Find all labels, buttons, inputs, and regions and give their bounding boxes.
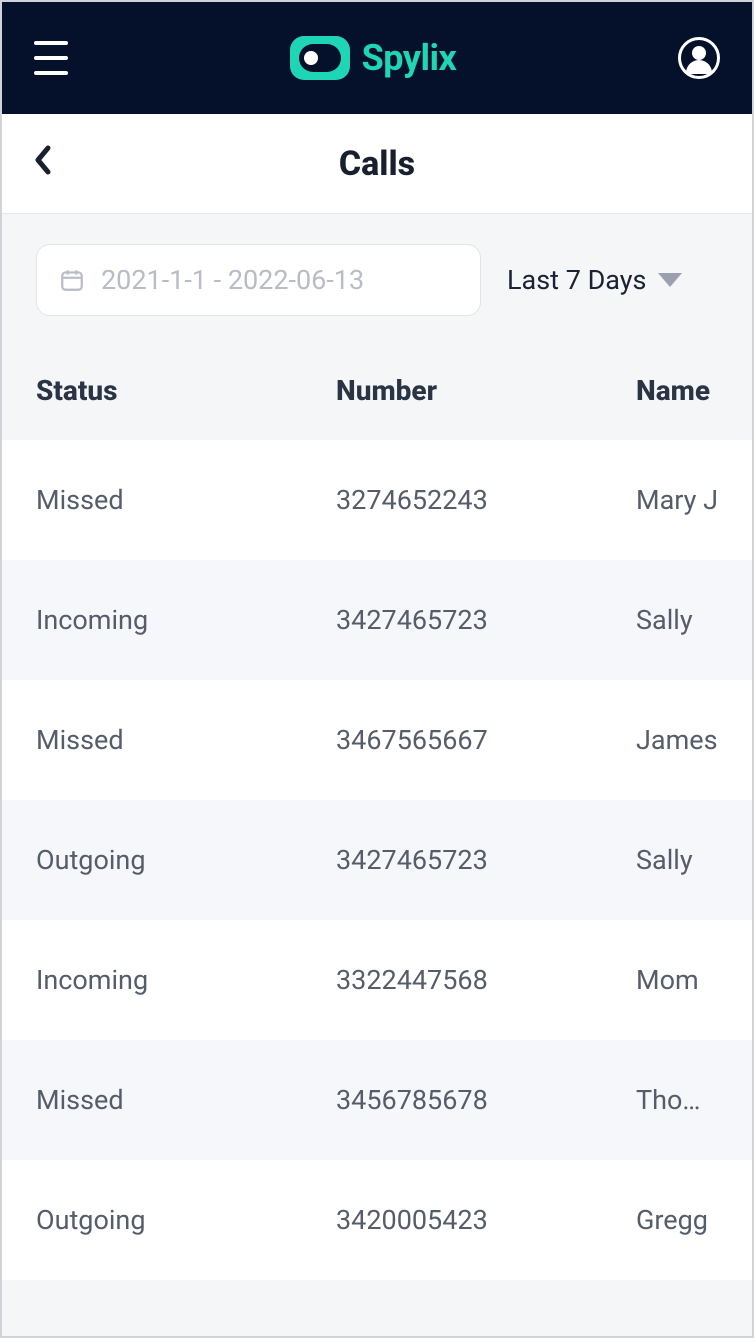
cell-number: 3456785678 <box>336 1084 636 1116</box>
calendar-icon <box>59 267 85 293</box>
back-button[interactable] <box>32 144 52 183</box>
cell-name: Mary J <box>636 484 718 516</box>
time-range-dropdown[interactable]: Last 7 Days <box>507 264 682 296</box>
cell-status: Missed <box>36 484 336 516</box>
cell-status: Incoming <box>36 964 336 996</box>
cell-status: Outgoing <box>36 1204 336 1236</box>
table-body: Missed3274652243Mary JIncoming3427465723… <box>2 440 752 1280</box>
cell-number: 3420005423 <box>336 1204 636 1236</box>
table-row[interactable]: Missed3467565667James <box>2 680 752 800</box>
table-row[interactable]: Missed3274652243Mary J <box>2 440 752 560</box>
cell-number: 3322447568 <box>336 964 636 996</box>
table-row[interactable]: Outgoing3427465723Sally <box>2 800 752 920</box>
menu-icon[interactable] <box>34 41 68 75</box>
chevron-down-icon <box>658 273 682 287</box>
col-number: Number <box>336 374 636 407</box>
cell-name: Gregg <box>636 1204 718 1236</box>
user-icon <box>692 46 706 60</box>
cell-name: Mom <box>636 964 718 996</box>
table-header-row: Status Number Name <box>2 340 752 440</box>
calls-table: Status Number Name Missed3274652243Mary … <box>2 340 752 1280</box>
table-row[interactable]: Outgoing3420005423Gregg <box>2 1160 752 1280</box>
col-name: Name <box>636 374 718 407</box>
cell-number: 3427465723 <box>336 604 636 636</box>
cell-status: Missed <box>36 1084 336 1116</box>
cell-status: Incoming <box>36 604 336 636</box>
page-title: Calls <box>2 144 752 184</box>
table-row[interactable]: Missed3456785678Thomas <box>2 1040 752 1160</box>
cell-number: 3274652243 <box>336 484 636 516</box>
app-logo[interactable]: Spylix <box>290 36 457 80</box>
table-row[interactable]: Incoming3322447568Mom <box>2 920 752 1040</box>
time-range-label: Last 7 Days <box>507 264 646 296</box>
filter-bar: 2021-1-1 - 2022-06-13 Last 7 Days <box>2 214 752 340</box>
cell-status: Outgoing <box>36 844 336 876</box>
date-range-input[interactable]: 2021-1-1 - 2022-06-13 <box>36 244 481 316</box>
cell-name: Sally <box>636 844 718 876</box>
cell-name: Sally <box>636 604 718 636</box>
top-bar: Spylix <box>2 2 752 114</box>
page-header: Calls <box>2 114 752 214</box>
chevron-left-icon <box>32 144 52 176</box>
cell-name: Thomas <box>636 1084 718 1116</box>
cell-status: Missed <box>36 724 336 756</box>
cell-number: 3427465723 <box>336 844 636 876</box>
col-status: Status <box>36 374 336 407</box>
cell-name: James <box>636 724 718 756</box>
app-name: Spylix <box>362 37 457 79</box>
date-range-value: 2021-1-1 - 2022-06-13 <box>101 264 364 296</box>
table-row[interactable]: Incoming3427465723Sally <box>2 560 752 680</box>
logo-badge-icon <box>290 36 350 80</box>
cell-number: 3467565667 <box>336 724 636 756</box>
profile-button[interactable] <box>678 37 720 79</box>
